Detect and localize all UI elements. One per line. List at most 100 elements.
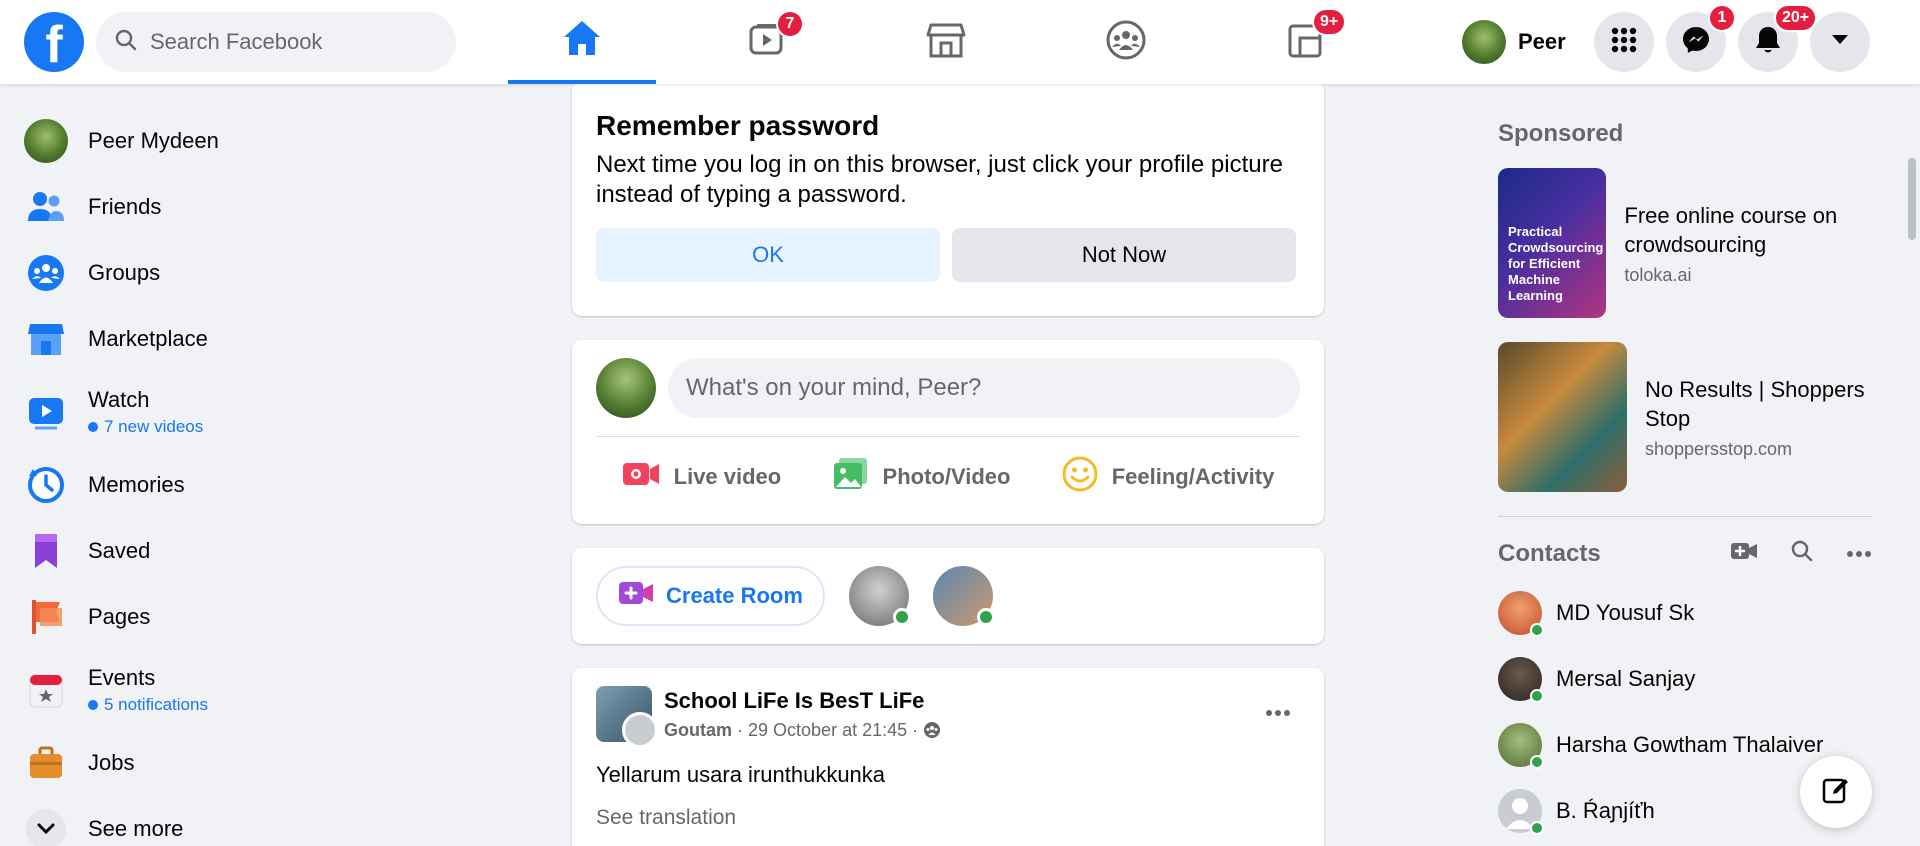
avatar xyxy=(1498,789,1544,835)
avatar xyxy=(1498,723,1544,769)
post-options-button[interactable] xyxy=(1256,686,1300,730)
online-indicator xyxy=(1530,821,1544,835)
online-indicator xyxy=(1530,623,1544,637)
whats-on-your-mind-input[interactable]: What's on your mind, Peer? xyxy=(668,358,1300,418)
grid-menu-icon xyxy=(1610,26,1638,59)
sidebar-item-jobs[interactable]: Jobs xyxy=(16,730,536,796)
sidebar-item-memories[interactable]: Memories xyxy=(16,452,536,518)
ad-image xyxy=(1498,342,1627,492)
remember-password-card: Remember password Next time you log in o… xyxy=(572,80,1324,316)
groups-icon xyxy=(1105,19,1147,66)
post-group-name[interactable]: School LiFe Is BesT LiFe xyxy=(664,688,941,714)
post-author[interactable]: Goutam xyxy=(664,720,732,740)
ok-button[interactable]: OK xyxy=(596,228,940,282)
messenger-button[interactable]: 1 xyxy=(1666,4,1736,72)
privacy-group-icon xyxy=(923,720,941,740)
create-room-label: Create Room xyxy=(666,583,803,608)
contact-item[interactable]: MD Yousuf Sk xyxy=(1498,580,1878,646)
tab-home[interactable] xyxy=(508,0,656,84)
ad-title: Free online course on crowdsourcing xyxy=(1624,202,1838,257)
sidebar-item-label: Jobs xyxy=(88,750,135,775)
new-room-icon[interactable] xyxy=(1730,541,1758,566)
post-meta: Goutam · 29 October at 21:45 · xyxy=(664,720,941,741)
sidebar-item-label: Peer Mydeen xyxy=(88,128,219,153)
contacts-heading: Contacts xyxy=(1498,539,1601,567)
tab-watch[interactable]: 7 xyxy=(694,0,842,84)
scrollbar-thumb[interactable] xyxy=(1908,158,1916,240)
events-icon xyxy=(24,668,68,712)
ad-domain: toloka.ai xyxy=(1624,264,1692,285)
sponsored-heading: Sponsored xyxy=(1498,120,1624,147)
bell-icon xyxy=(1754,25,1782,60)
remember-password-text: Next time you log in on this browser, ju… xyxy=(596,151,1283,208)
live-video-button[interactable]: Live video xyxy=(606,449,798,505)
sidebar-item-label: Friends xyxy=(88,194,162,219)
post-time[interactable]: · 29 October at 21:45 · xyxy=(732,720,923,740)
sidebar-item-watch[interactable]: Watch 7 new videos xyxy=(16,372,536,452)
room-contact-avatar[interactable] xyxy=(848,566,911,626)
photo-icon xyxy=(833,457,869,497)
sidebar-item-label: See more xyxy=(88,816,184,841)
sponsored-ad[interactable]: No Results | Shoppers Stop shoppersstop.… xyxy=(1498,342,1878,492)
avatar xyxy=(1498,657,1544,703)
ad-image-text: Practical Crowdsourcing for Efficient Ma… xyxy=(1508,224,1604,303)
online-indicator xyxy=(976,608,995,626)
sidebar-item-label: Saved xyxy=(88,538,151,563)
messenger-badge: 1 xyxy=(1708,4,1736,32)
contact-name: Harsha Gowtham Thalaiver xyxy=(1556,732,1824,757)
menu-button[interactable] xyxy=(1594,12,1654,72)
notifications-button[interactable]: 20+ xyxy=(1738,4,1818,72)
gaming-badge: 9+ xyxy=(1312,8,1347,36)
sidebar-item-marketplace[interactable]: Marketplace xyxy=(16,306,536,372)
sidebar-item-events[interactable]: Events 5 notifications xyxy=(16,650,536,730)
group-avatar[interactable] xyxy=(596,686,658,748)
top-navigation-bar: f 7 9+ Peer xyxy=(0,0,1920,84)
tab-gaming[interactable]: 9+ xyxy=(1232,0,1380,84)
sidebar-item-sublabel: 7 new videos xyxy=(88,417,203,437)
search-input[interactable] xyxy=(150,29,410,55)
online-indicator xyxy=(892,608,911,626)
more-options-icon[interactable] xyxy=(1846,545,1872,563)
groups-icon xyxy=(24,251,68,295)
avatar xyxy=(1498,591,1544,637)
contact-item[interactable]: Mersal Sanjay xyxy=(1498,646,1878,712)
search-contacts-icon[interactable] xyxy=(1790,539,1814,568)
marketplace-icon xyxy=(926,21,966,64)
smiley-icon xyxy=(1062,456,1098,498)
photo-video-button[interactable]: Photo/Video xyxy=(817,449,1027,505)
avatar xyxy=(1462,20,1506,64)
sponsored-ad[interactable]: Practical Crowdsourcing for Efficient Ma… xyxy=(1498,168,1878,318)
sidebar-item-groups[interactable]: Groups xyxy=(16,240,536,306)
rooms-card: Create Room xyxy=(572,548,1324,644)
profile-shortcut[interactable]: Peer xyxy=(1462,16,1574,68)
facebook-logo[interactable]: f xyxy=(24,12,84,72)
author-avatar[interactable] xyxy=(622,712,658,748)
more-options-icon xyxy=(1265,693,1291,724)
caret-down-icon xyxy=(1830,33,1850,52)
profile-name: Peer xyxy=(1518,29,1566,54)
not-now-button[interactable]: Not Now xyxy=(952,228,1296,282)
jobs-icon xyxy=(24,741,68,785)
tab-groups[interactable] xyxy=(1052,0,1200,84)
tab-marketplace[interactable] xyxy=(872,0,1020,84)
notifications-badge: 20+ xyxy=(1774,4,1818,32)
create-room-button[interactable]: Create Room xyxy=(596,566,825,626)
search-box[interactable] xyxy=(96,12,456,72)
sidebar-item-label: Events xyxy=(88,665,156,690)
page-scrollbar[interactable] xyxy=(1904,84,1920,846)
new-message-button[interactable] xyxy=(1800,756,1872,828)
sidebar-see-more[interactable]: See more xyxy=(16,796,536,846)
account-button[interactable] xyxy=(1810,12,1870,72)
see-translation-link[interactable]: See translation xyxy=(596,806,1300,830)
room-contact-avatar[interactable] xyxy=(932,566,995,626)
chevron-down-icon xyxy=(24,807,68,846)
pages-icon xyxy=(24,595,68,639)
feeling-activity-button[interactable]: Feeling/Activity xyxy=(1046,449,1291,505)
sidebar-item-friends[interactable]: Friends xyxy=(16,174,536,240)
sidebar-item-pages[interactable]: Pages xyxy=(16,584,536,650)
sidebar-item-saved[interactable]: Saved xyxy=(16,518,536,584)
post-text: Yellarum usara irunthukkunka xyxy=(596,762,886,787)
video-plus-icon xyxy=(618,580,654,612)
sidebar-item-sublabel: 5 notifications xyxy=(88,695,208,715)
sidebar-item-profile[interactable]: Peer Mydeen xyxy=(16,108,536,174)
